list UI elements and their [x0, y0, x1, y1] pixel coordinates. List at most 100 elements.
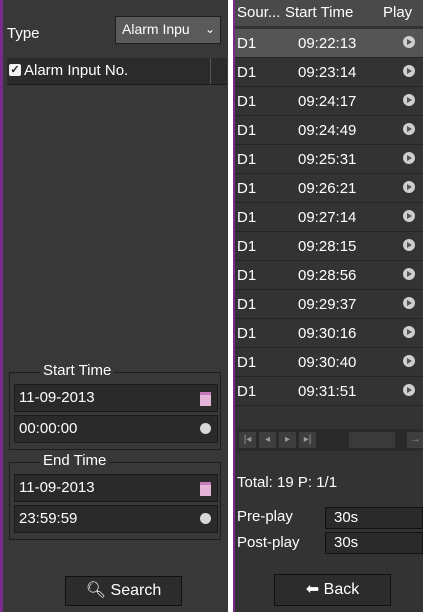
row-source: D1 [237, 296, 257, 313]
prev-page-icon[interactable]: ◂ [259, 432, 276, 448]
back-button-label: Back [323, 581, 360, 598]
row-source: D1 [237, 238, 257, 255]
start-time-value: 00:00:00 [19, 420, 78, 437]
row-start-time: 09:25:31 [298, 151, 357, 168]
last-page-icon[interactable]: ▸| [299, 432, 316, 448]
row-source: D1 [237, 93, 257, 110]
alarm-input-list-header: ✓ Alarm Input No. [7, 58, 227, 85]
back-arrow-icon: ⬅ [305, 581, 320, 598]
results-table-body: D1 09:22:13 D1 09:23:14 D1 09:24:17 D1 09:24:49… [235, 29, 423, 406]
play-icon[interactable] [403, 94, 415, 106]
clock-icon[interactable] [200, 423, 211, 434]
column-header-source[interactable]: Sour... [237, 4, 280, 21]
table-row[interactable]: D1 09:25:31 [235, 145, 423, 174]
column-divider [210, 58, 211, 84]
row-start-time: 09:26:21 [298, 180, 357, 197]
post-play-label: Post-play [237, 534, 300, 551]
row-source: D1 [237, 325, 257, 342]
column-header-play[interactable]: Play [383, 4, 412, 21]
calendar-icon[interactable] [200, 392, 211, 406]
search-results-panel: Sour... Start Time Play D1 09:22:13 D1 09:2… [233, 0, 423, 612]
calendar-icon[interactable] [200, 482, 211, 496]
clock-icon[interactable] [200, 513, 211, 524]
post-play-select[interactable]: 30s [325, 532, 423, 554]
start-date-field[interactable]: 11-09-2013 [14, 384, 218, 412]
total-count: Total: 19 P: 1/1 [237, 474, 338, 491]
table-row[interactable]: D1 09:23:14 [235, 58, 423, 87]
start-time-field[interactable]: 00:00:00 [14, 415, 218, 443]
table-row[interactable]: D1 09:31:51 [235, 377, 423, 406]
pre-play-label: Pre-play [237, 508, 293, 525]
start-time-title: Start Time [40, 362, 115, 379]
table-row[interactable]: D1 09:28:56 [235, 261, 423, 290]
table-row[interactable]: D1 09:29:37 [235, 290, 423, 319]
row-source: D1 [237, 122, 257, 139]
row-start-time: 09:30:40 [298, 354, 357, 371]
search-button[interactable]: 🔍︎ Search [65, 576, 182, 606]
row-source: D1 [237, 354, 257, 371]
end-time-title: End Time [40, 452, 110, 469]
first-page-icon[interactable]: |◂ [239, 432, 256, 448]
search-filter-panel: Type Alarm Inpu ⌄ ✓ Alarm Input No. Star… [0, 0, 228, 612]
table-row[interactable]: D1 09:27:14 [235, 203, 423, 232]
table-row[interactable]: D1 09:28:15 [235, 232, 423, 261]
row-start-time: 09:27:14 [298, 209, 357, 226]
results-table-header: Sour... Start Time Play [235, 0, 423, 26]
search-button-label: Search [110, 582, 162, 599]
play-icon[interactable] [403, 65, 415, 77]
row-source: D1 [237, 209, 257, 226]
pagination-bar: |◂ ◂ ▸ ▸| → [237, 429, 423, 451]
type-select-value: Alarm Inpu [122, 21, 190, 37]
row-source: D1 [237, 35, 257, 52]
search-icon: 🔍︎ [85, 582, 107, 599]
play-icon[interactable] [403, 355, 415, 367]
pre-play-value: 30s [334, 509, 359, 526]
play-icon[interactable] [403, 152, 415, 164]
post-play-value: 30s [334, 534, 359, 551]
row-start-time: 09:28:56 [298, 267, 357, 284]
end-time-value: 23:59:59 [19, 510, 78, 527]
alarm-input-column-label: Alarm Input No. [24, 62, 129, 79]
next-page-icon[interactable]: ▸ [279, 432, 296, 448]
row-start-time: 09:29:37 [298, 296, 357, 313]
end-time-group: End Time 11-09-2013 23:59:59 [9, 452, 221, 540]
row-source: D1 [237, 151, 257, 168]
table-row[interactable]: D1 09:22:13 [235, 29, 423, 58]
row-start-time: 09:24:49 [298, 122, 357, 139]
play-icon[interactable] [403, 181, 415, 193]
end-date-value: 11-09-2013 [19, 479, 95, 496]
row-start-time: 09:31:51 [298, 383, 357, 400]
chevron-down-icon: ⌄ [204, 22, 215, 36]
table-row[interactable]: D1 09:26:21 [235, 174, 423, 203]
type-select[interactable]: Alarm Inpu ⌄ [115, 16, 221, 44]
row-source: D1 [237, 267, 257, 284]
table-row[interactable]: D1 09:24:49 [235, 116, 423, 145]
column-header-start-time[interactable]: Start Time [285, 4, 353, 21]
play-icon[interactable] [403, 297, 415, 309]
end-time-field[interactable]: 23:59:59 [14, 505, 218, 533]
start-date-value: 11-09-2013 [19, 389, 95, 406]
end-date-field[interactable]: 11-09-2013 [14, 474, 218, 502]
play-icon[interactable] [403, 326, 415, 338]
start-time-group: Start Time 11-09-2013 00:00:00 [9, 362, 221, 450]
row-start-time: 09:30:16 [298, 325, 357, 342]
select-all-checkbox[interactable]: ✓ [9, 64, 21, 76]
page-number-input[interactable] [349, 432, 395, 448]
back-button[interactable]: ⬅ Back [274, 574, 391, 606]
play-icon[interactable] [403, 384, 415, 396]
row-source: D1 [237, 383, 257, 400]
play-icon[interactable] [403, 239, 415, 251]
table-row[interactable]: D1 09:30:16 [235, 319, 423, 348]
play-icon[interactable] [403, 210, 415, 222]
row-start-time: 09:28:15 [298, 238, 357, 255]
go-page-icon[interactable]: → [407, 432, 423, 448]
pre-play-select[interactable]: 30s [325, 507, 423, 529]
type-label: Type [7, 25, 40, 42]
table-row[interactable]: D1 09:30:40 [235, 348, 423, 377]
play-icon[interactable] [403, 268, 415, 280]
row-start-time: 09:23:14 [298, 64, 357, 81]
table-row[interactable]: D1 09:24:17 [235, 87, 423, 116]
play-icon[interactable] [403, 36, 415, 48]
play-icon[interactable] [403, 123, 415, 135]
row-start-time: 09:24:17 [298, 93, 357, 110]
